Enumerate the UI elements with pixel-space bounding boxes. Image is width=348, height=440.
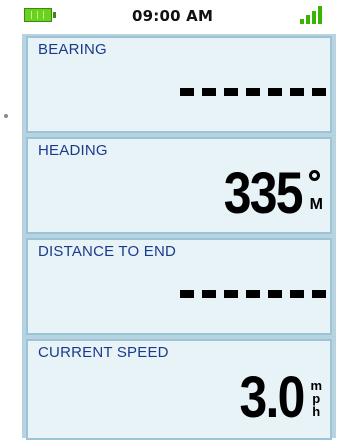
status-time: 09:00 AM [132,7,214,25]
signal-strength-icon [300,6,330,24]
heading-tile[interactable]: HEADING 335 M [26,137,332,234]
bearing-value [180,88,326,100]
distance-to-end-label: DISTANCE TO END [38,243,177,260]
heading-value: 335 [223,161,304,226]
distance-to-end-value [180,290,326,302]
bearing-tile[interactable]: BEARING [26,36,332,133]
current-speed-tile[interactable]: CURRENT SPEED 3.0 m p h [26,339,332,440]
battery-full-icon [24,8,56,22]
gps-screen: 09:00 AM BEARING HEADING 335 M DISTANCE … [0,0,348,440]
speed-unit-h: h [312,404,321,419]
heading-label: HEADING [38,142,108,159]
speed-unit: m p h [310,379,322,418]
distance-to-end-tile[interactable]: DISTANCE TO END [26,238,332,335]
edge-mark [4,114,8,118]
bearing-label: BEARING [38,41,107,58]
status-bar: 09:00 AM [22,0,336,34]
current-speed-value: 3.0 [239,365,306,430]
current-speed-label: CURRENT SPEED [38,344,169,361]
heading-unit: M [309,196,323,213]
degree-icon [309,170,320,181]
